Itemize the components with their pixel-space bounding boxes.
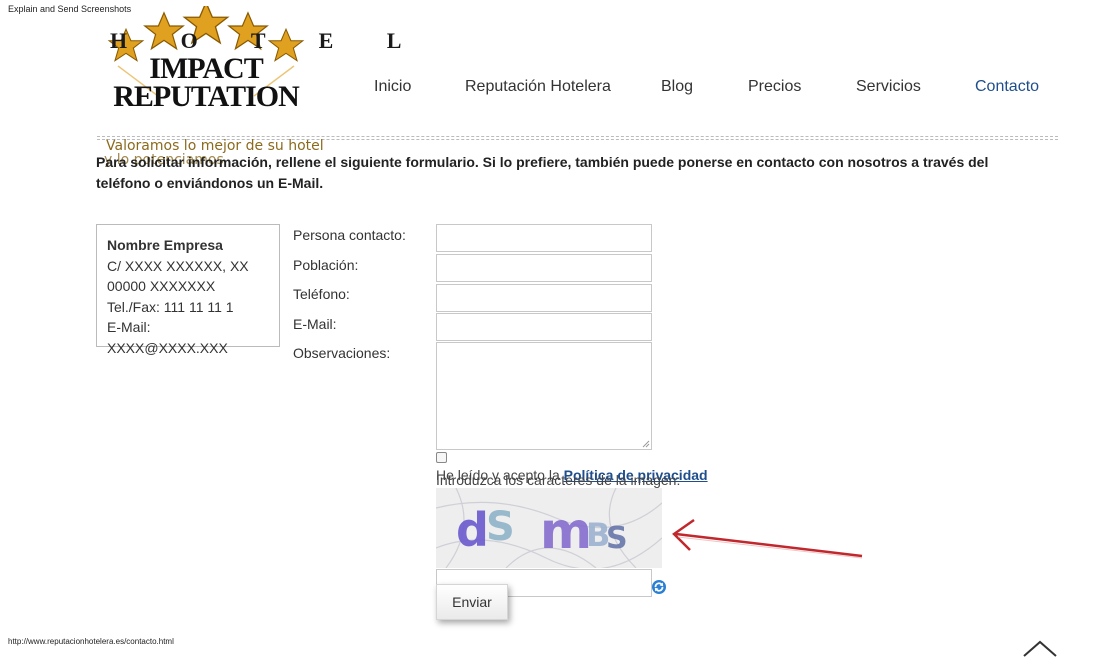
- status-bar-url: http://www.reputacionhotelera.es/contact…: [8, 637, 174, 646]
- phone-input[interactable]: [436, 284, 652, 312]
- city-input[interactable]: [436, 254, 652, 282]
- logo-hotel-text: H O T E L: [110, 28, 426, 53]
- svg-text:S: S: [606, 521, 628, 556]
- nav-item-precios[interactable]: Precios: [748, 78, 801, 96]
- company-name: Nombre Empresa: [107, 237, 223, 253]
- site-logo[interactable]: H O T E L IMPACT REPUTATION: [98, 6, 426, 118]
- arrow-left-icon: [672, 518, 863, 559]
- refresh-icon[interactable]: [651, 579, 667, 595]
- intro-text: Para solicitar información, rellene el s…: [96, 154, 989, 191]
- nav-item-servicios[interactable]: Servicios: [856, 78, 921, 96]
- svg-text:S: S: [486, 504, 515, 550]
- svg-text:d: d: [456, 503, 489, 557]
- company-city: 00000 XXXXXXX: [107, 278, 216, 294]
- notes-textarea[interactable]: [436, 342, 652, 450]
- resize-grip-icon[interactable]: [642, 440, 650, 448]
- email-input[interactable]: [436, 313, 652, 341]
- nav-item-reputacion-hotelera[interactable]: Reputación Hotelera: [465, 78, 611, 96]
- company-address-box: Nombre Empresa C/ XXXX XXXXXX, XX 00000 …: [96, 224, 280, 356]
- contact-person-input[interactable]: [436, 224, 652, 252]
- company-street: C/ XXXX XXXXXX, XX: [107, 257, 249, 274]
- captcha-image: d S m B S: [436, 488, 662, 568]
- captcha-label: Introduzca los caracteres de la imagen:: [436, 472, 681, 488]
- svg-text:m: m: [540, 502, 592, 560]
- nav-item-contacto[interactable]: Contacto: [975, 78, 1039, 96]
- nav-item-inicio[interactable]: Inicio: [374, 78, 411, 96]
- company-phone: Tel./Fax: 111 11 11 1: [107, 298, 234, 315]
- notes-label: Observaciones:: [293, 345, 391, 361]
- email-label: E-Mail:: [293, 316, 337, 332]
- phone-label: Teléfono:: [293, 286, 350, 302]
- submit-button[interactable]: Enviar: [436, 584, 508, 620]
- logo-reputation-text: REPUTATION: [113, 80, 300, 113]
- city-label: Población:: [293, 257, 359, 273]
- nav-item-blog[interactable]: Blog: [661, 78, 693, 96]
- chevron-up-icon[interactable]: [1022, 638, 1058, 657]
- privacy-consent-checkbox[interactable]: [436, 452, 447, 463]
- contact-person-label: Persona contacto:: [293, 227, 406, 243]
- company-email: E-Mail: XXXX@XXXX.XXX: [107, 319, 228, 356]
